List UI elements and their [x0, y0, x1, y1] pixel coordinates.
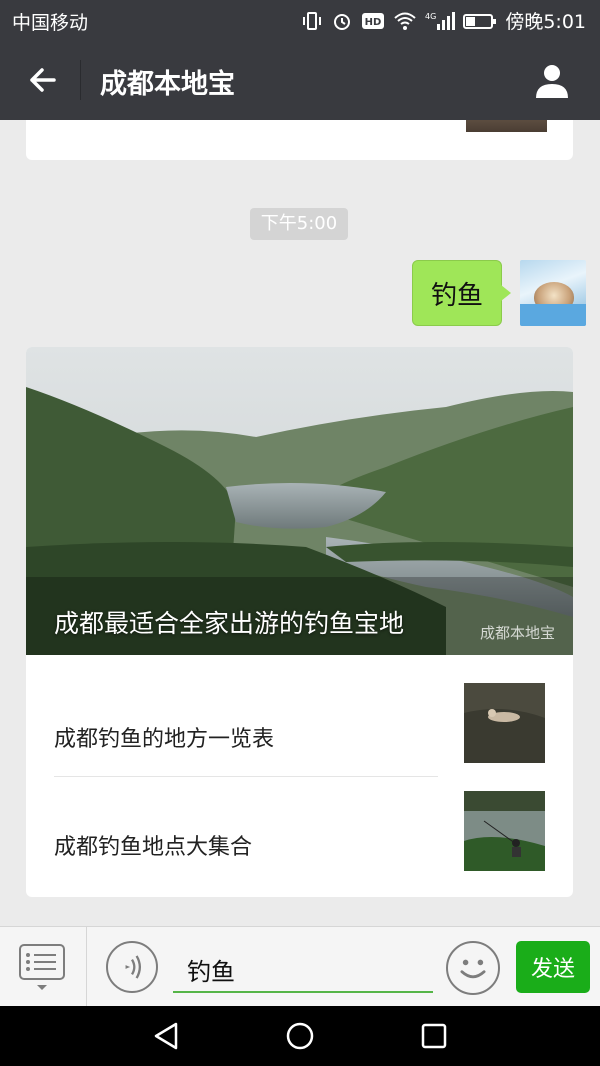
- avatar[interactable]: [520, 260, 586, 326]
- news-list-item[interactable]: 成都钓鱼地点大集合: [54, 791, 545, 897]
- watermark-text: 成都本地宝: [479, 624, 555, 642]
- svg-text:HD: HD: [365, 17, 382, 28]
- status-icons: HD 4G 傍晚5:01: [301, 7, 586, 34]
- header-divider: [80, 60, 81, 100]
- news-hero[interactable]: 成都最适合全家出游的钓鱼宝地 成都本地宝: [26, 347, 573, 655]
- voice-input-icon[interactable]: [106, 941, 158, 993]
- status-bar: 中国移动 HD 4G 傍晚5:01: [0, 0, 600, 40]
- carrier-name: 中国移动: [12, 12, 89, 34]
- chat-area[interactable]: 下午5:00 钓鱼 成都最适合全家出游的钓鱼宝地 成都本地宝 成都钓鱼的地方一览…: [0, 120, 600, 926]
- arrow-left-icon[interactable]: [22, 60, 62, 100]
- previous-message-card[interactable]: [26, 120, 573, 160]
- back-triangle-icon[interactable]: [150, 1020, 182, 1052]
- alarm-icon: [334, 13, 351, 30]
- svg-text:4G: 4G: [425, 12, 436, 21]
- list-divider: [54, 776, 438, 777]
- battery-icon: [463, 13, 497, 29]
- send-button[interactable]: 发送: [516, 941, 590, 993]
- home-circle-icon[interactable]: [284, 1020, 316, 1052]
- message-text: 钓鱼: [430, 280, 483, 311]
- news-item-label: 成都钓鱼地点大集合: [54, 835, 253, 860]
- input-bar-divider: [86, 927, 87, 1007]
- page-title: 成都本地宝: [100, 69, 235, 100]
- emoji-icon[interactable]: [446, 941, 500, 995]
- 4g-signal-icon: 4G: [425, 11, 456, 30]
- message-input[interactable]: [173, 947, 433, 993]
- news-hero-title: 成都最适合全家出游的钓鱼宝地: [54, 609, 405, 638]
- menu-list-icon[interactable]: [18, 943, 66, 993]
- previous-card-thumbnail: [466, 120, 547, 132]
- swimmer-thumbnail: [464, 683, 545, 763]
- news-item-label: 成都钓鱼的地方一览表: [54, 727, 275, 752]
- clock-time: 傍晚5:01: [505, 11, 586, 33]
- recents-square-icon[interactable]: [418, 1020, 450, 1052]
- fishing-thumbnail: [464, 791, 545, 871]
- avatar-blanket: [520, 304, 586, 326]
- system-navigation-bar: [0, 1006, 600, 1066]
- hd-icon: HD: [362, 12, 385, 29]
- chat-header: 成都本地宝: [0, 40, 600, 120]
- message-bubble[interactable]: 钓鱼: [411, 260, 512, 326]
- message-input-bar: 发送: [0, 926, 600, 1007]
- person-icon[interactable]: [532, 60, 572, 100]
- outgoing-message: 钓鱼: [411, 260, 586, 326]
- news-card[interactable]: 成都最适合全家出游的钓鱼宝地 成都本地宝 成都钓鱼的地方一览表 成都钓鱼地点大集…: [26, 347, 573, 897]
- news-list-item[interactable]: 成都钓鱼的地方一览表: [54, 683, 545, 791]
- wifi-icon: [394, 12, 416, 30]
- vibrate-icon: [303, 11, 322, 30]
- message-timestamp: 下午5:00: [250, 208, 348, 240]
